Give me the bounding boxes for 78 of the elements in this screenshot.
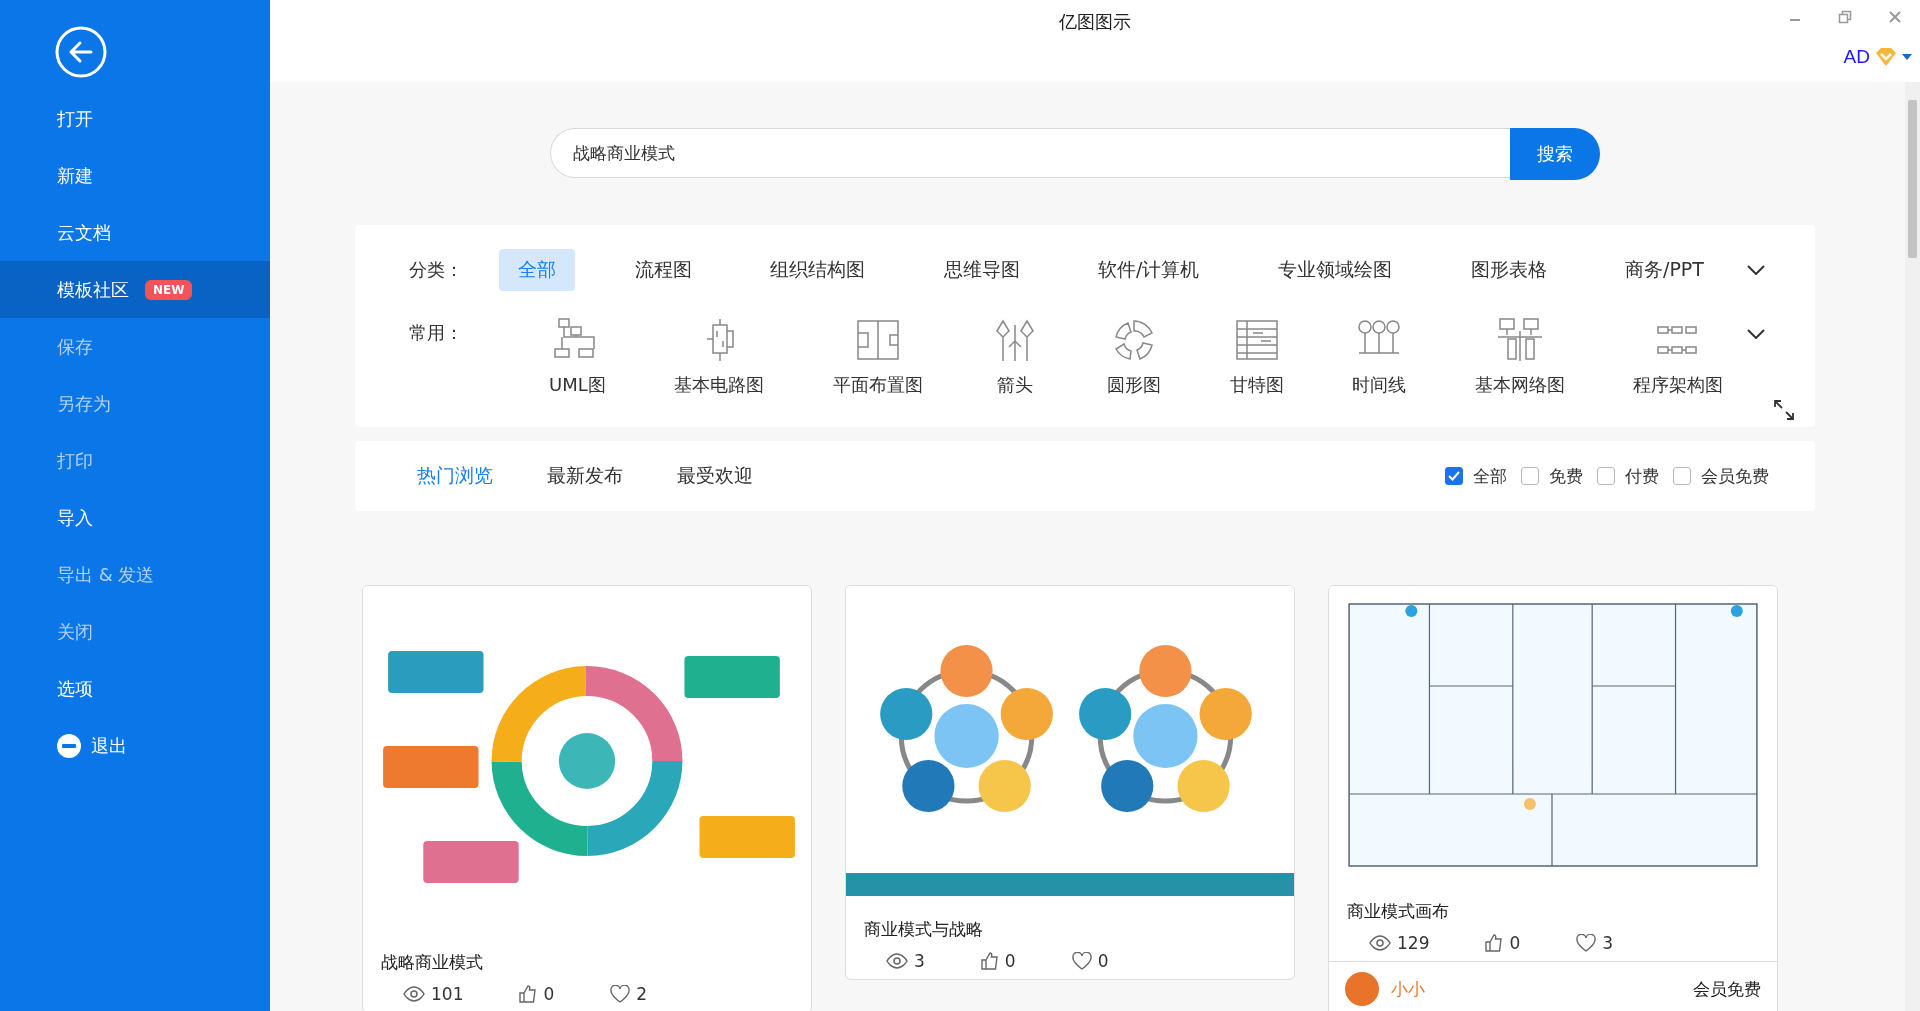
user-name[interactable]: AD — [1843, 46, 1870, 68]
sort-tab[interactable]: 最受欢迎 — [677, 463, 753, 489]
category-tab[interactable]: 专业领域绘图 — [1259, 249, 1411, 291]
filter-label: 付费 — [1625, 464, 1659, 488]
like-count: 0 — [1509, 933, 1521, 953]
sidebar-item[interactable]: 选项 — [0, 660, 270, 717]
heart-icon[interactable] — [1071, 952, 1092, 970]
template-type-button[interactable]: 基本电路图 — [674, 317, 765, 397]
price-label: 会员免费 — [1693, 977, 1761, 1001]
favorite-count: 2 — [636, 984, 648, 1004]
view-count: 129 — [1397, 933, 1430, 953]
sort-tab[interactable]: 最新发布 — [547, 463, 623, 489]
checkbox[interactable] — [1521, 467, 1539, 485]
eye-icon — [403, 986, 425, 1002]
checkbox[interactable] — [1597, 467, 1615, 485]
template-type-button[interactable]: 基本网络图 — [1474, 317, 1565, 397]
template-card[interactable]: 商业模式画布 129 0 3 小小 会员免费 — [1328, 585, 1778, 1011]
eye-icon — [1369, 935, 1391, 951]
restore-icon[interactable] — [1838, 10, 1852, 24]
scrollbar-thumb[interactable] — [1908, 100, 1917, 258]
dropdown-caret-icon[interactable] — [1902, 54, 1912, 60]
new-badge: NEW — [145, 279, 193, 300]
view-count: 3 — [914, 951, 925, 971]
category-label: 分类： — [409, 258, 464, 282]
expand-icon[interactable] — [1773, 399, 1795, 421]
template-type-button[interactable]: 圆形图 — [1107, 317, 1162, 397]
thumbs-up-icon[interactable] — [980, 952, 999, 970]
network-diagram-icon — [1495, 317, 1544, 363]
heart-icon[interactable] — [610, 985, 631, 1003]
checkbox[interactable] — [1673, 467, 1691, 485]
checkbox[interactable] — [1445, 467, 1463, 485]
filter-label: 免费 — [1549, 464, 1583, 488]
category-tab[interactable]: 商务/PPT — [1606, 249, 1723, 291]
card-title: 战略商业模式 — [380, 951, 484, 974]
category-tab[interactable]: 组织结构图 — [751, 249, 885, 291]
sidebar-item[interactable]: 模板社区 NEW — [0, 261, 270, 318]
close-icon[interactable] — [1888, 10, 1902, 24]
thumbs-up-icon[interactable] — [1485, 934, 1504, 952]
template-type-button[interactable]: UML图 — [549, 317, 606, 397]
template-card[interactable]: 战略商业模式 101 0 2 — [362, 585, 812, 1011]
filter-label: 全部 — [1473, 464, 1507, 488]
eye-icon — [886, 953, 908, 969]
back-button[interactable] — [55, 26, 107, 78]
sort-tab[interactable]: 热门浏览 — [417, 463, 493, 489]
avatar — [1345, 972, 1379, 1006]
category-tab[interactable]: 流程图 — [615, 249, 711, 291]
favorite-count: 0 — [1097, 951, 1109, 971]
sidebar-item[interactable]: 新建 — [0, 147, 270, 204]
thumbs-up-icon[interactable] — [519, 985, 538, 1003]
template-type-button[interactable]: 平面布置图 — [832, 317, 923, 397]
template-type-button[interactable]: 程序架构图 — [1633, 317, 1723, 397]
template-type-button[interactable]: 箭头 — [990, 317, 1039, 397]
card-title: 商业模式画布 — [1346, 900, 1450, 923]
sidebar-item[interactable]: 导入 — [0, 489, 270, 546]
sidebar-item[interactable]: 云文档 — [0, 204, 270, 261]
category-tab[interactable]: 软件/计算机 — [1079, 249, 1219, 291]
chevron-down-icon[interactable] — [1747, 265, 1765, 275]
window-title: 亿图图示 — [1059, 10, 1131, 34]
favorite-count: 3 — [1602, 933, 1614, 953]
template-type-button[interactable]: 时间线 — [1352, 317, 1407, 397]
card-title: 商业模式与战略 — [863, 918, 984, 941]
view-count: 101 — [431, 984, 464, 1004]
sidebar-item[interactable]: 退出 — [0, 717, 270, 774]
sidebar-item[interactable]: 打开 — [0, 90, 270, 147]
template-type-button[interactable]: 甘特图 — [1229, 317, 1284, 397]
category-tab[interactable]: 图形表格 — [1451, 249, 1566, 291]
minus-circle-icon — [57, 733, 81, 758]
template-card[interactable]: 商业模式与战略 3 0 0 — [845, 585, 1295, 980]
filter-label: 会员免费 — [1701, 464, 1769, 488]
heart-icon[interactable] — [1576, 934, 1597, 952]
like-count: 0 — [1004, 951, 1016, 971]
search-field[interactable]: 战略商业模式 — [550, 128, 1510, 178]
search-button[interactable]: 搜索 — [1510, 128, 1600, 180]
common-label: 常用： — [409, 321, 464, 345]
diamond-icon — [1874, 47, 1898, 67]
chevron-down-icon[interactable] — [1747, 329, 1765, 339]
like-count: 0 — [543, 984, 555, 1004]
category-tab[interactable]: 思维导图 — [924, 249, 1039, 291]
